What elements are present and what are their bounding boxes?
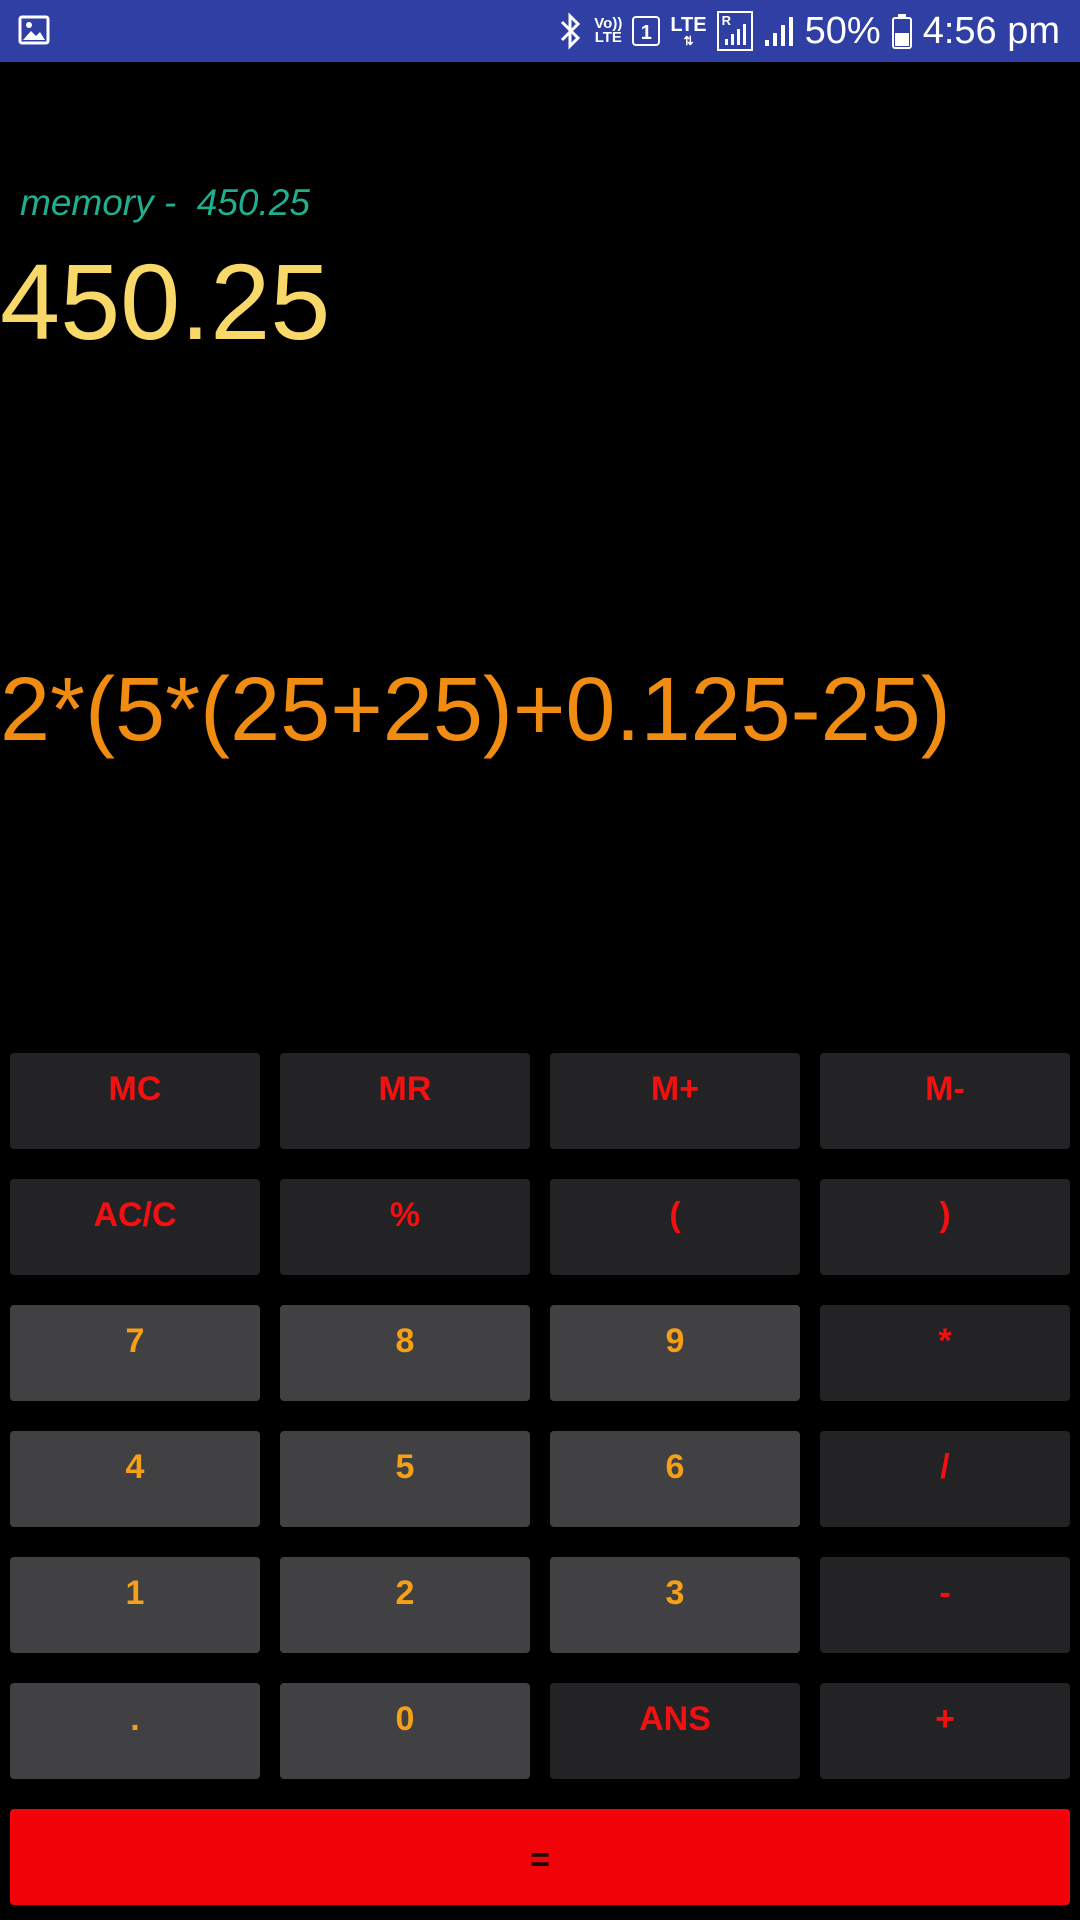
ans-button[interactable]: ANS bbox=[550, 1683, 800, 1779]
volte-bottom-label: LTE bbox=[594, 29, 622, 46]
multiply-button[interactable]: * bbox=[820, 1305, 1070, 1401]
memory-subtract-button[interactable]: M- bbox=[820, 1053, 1070, 1149]
digit-2-button[interactable]: 2 bbox=[280, 1557, 530, 1653]
memory-value: memory - 450.25 bbox=[20, 182, 310, 223]
lte-label: LTE bbox=[670, 14, 707, 36]
digit-8-button[interactable]: 8 bbox=[280, 1305, 530, 1401]
signal-roaming-icon: R bbox=[716, 11, 753, 51]
equals-button[interactable]: = bbox=[10, 1809, 1070, 1905]
battery-icon bbox=[891, 14, 912, 49]
result-display: 450.25 bbox=[0, 241, 331, 362]
divide-button[interactable]: / bbox=[820, 1431, 1070, 1527]
digit-9-button[interactable]: 9 bbox=[550, 1305, 800, 1401]
calculator-screen: Vo)) LTE 1 LTE ⇅ R 50% 4:56 pm memory - … bbox=[0, 0, 1080, 1920]
expression-display[interactable]: 2*(5*(25+25)+0.125-25) bbox=[0, 650, 951, 770]
decimal-button[interactable]: . bbox=[10, 1683, 260, 1779]
bluetooth-icon bbox=[561, 12, 581, 50]
signal-bars-1-icon bbox=[724, 24, 746, 45]
memory-recall-button[interactable]: MR bbox=[280, 1053, 530, 1149]
digit-3-button[interactable]: 3 bbox=[550, 1557, 800, 1653]
status-bar: Vo)) LTE 1 LTE ⇅ R 50% 4:56 pm bbox=[0, 0, 1080, 62]
signal-bars-2-icon bbox=[764, 17, 793, 46]
memory-add-button[interactable]: M+ bbox=[550, 1053, 800, 1149]
digit-6-button[interactable]: 6 bbox=[550, 1431, 800, 1527]
digit-5-button[interactable]: 5 bbox=[280, 1431, 530, 1527]
volte-indicator: Vo)) LTE bbox=[594, 16, 622, 46]
digit-7-button[interactable]: 7 bbox=[10, 1305, 260, 1401]
clear-button[interactable]: AC/C bbox=[10, 1179, 260, 1275]
clock: 4:56 pm bbox=[922, 9, 1060, 52]
digit-4-button[interactable]: 4 bbox=[10, 1431, 260, 1527]
percent-button[interactable]: % bbox=[280, 1179, 530, 1275]
sim-slot-icon: 1 bbox=[632, 16, 661, 46]
minus-button[interactable]: - bbox=[820, 1557, 1070, 1653]
data-arrows-icon: ⇅ bbox=[683, 34, 694, 48]
sim-slot-label: 1 bbox=[640, 22, 652, 44]
gallery-notification-icon bbox=[18, 15, 50, 45]
battery-percent: 50% bbox=[804, 9, 881, 52]
digit-1-button[interactable]: 1 bbox=[10, 1557, 260, 1653]
close-paren-button[interactable]: ) bbox=[820, 1179, 1070, 1275]
memory-clear-button[interactable]: MC bbox=[10, 1053, 260, 1149]
plus-button[interactable]: + bbox=[820, 1683, 1070, 1779]
open-paren-button[interactable]: ( bbox=[550, 1179, 800, 1275]
status-icons: Vo)) LTE 1 LTE ⇅ R 50% 4:56 pm bbox=[558, 0, 1060, 62]
lte-indicator: LTE ⇅ bbox=[670, 15, 706, 47]
digit-0-button[interactable]: 0 bbox=[280, 1683, 530, 1779]
